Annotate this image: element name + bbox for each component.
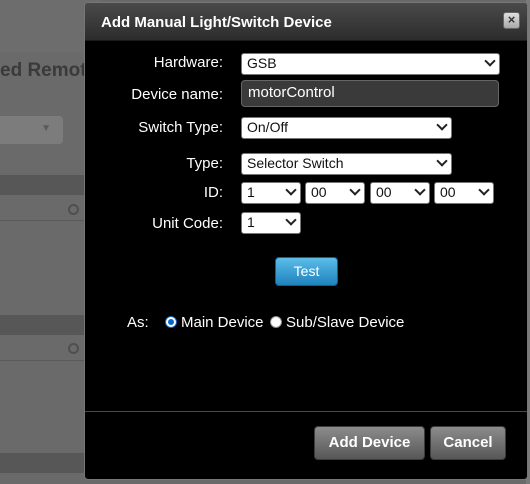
background-title: ed Remot: [0, 60, 87, 81]
chevron-down-icon: ▼: [41, 123, 51, 134]
id-select-1[interactable]: 1: [241, 182, 301, 204]
id-label: ID:: [203, 184, 223, 201]
sub-slave-device-option[interactable]: Sub/Slave Device: [270, 314, 404, 331]
close-icon[interactable]: ×: [503, 12, 520, 29]
background-dropdown: ▼: [0, 116, 63, 144]
device-name-input[interactable]: motorControl: [241, 80, 499, 107]
hardware-value: GSB: [247, 55, 277, 71]
chevron-down-icon: [478, 184, 490, 196]
chevron-down-icon: [349, 184, 361, 196]
chevron-down-icon: [436, 119, 448, 131]
hardware-label: Hardware:: [153, 54, 223, 71]
unit-code-label: Unit Code:: [152, 215, 223, 232]
main-device-option[interactable]: Main Device: [165, 314, 264, 331]
id-select-4[interactable]: 00: [434, 182, 494, 204]
type-value: Selector Switch: [247, 155, 344, 171]
sub-slave-device-label: Sub/Slave Device: [286, 314, 405, 331]
id-select-3[interactable]: 00: [370, 182, 430, 204]
hardware-select[interactable]: GSB: [241, 53, 500, 75]
type-label: Type:: [186, 155, 223, 172]
id-value-4: 00: [440, 184, 456, 200]
id-select-2[interactable]: 00: [305, 182, 365, 204]
main-device-label: Main Device: [181, 314, 264, 331]
unit-code-select[interactable]: 1: [241, 212, 301, 234]
background-radio-icon: [68, 343, 79, 354]
id-value-3: 00: [376, 184, 392, 200]
id-value-1: 1: [247, 184, 255, 200]
footer-divider: [85, 411, 527, 412]
chevron-down-icon: [414, 184, 426, 196]
as-label: As:: [127, 314, 149, 331]
chevron-down-icon: [484, 55, 496, 67]
chevron-down-icon: [285, 184, 297, 196]
dialog-titlebar: Add Manual Light/Switch Device ×: [85, 3, 527, 41]
chevron-down-icon: [285, 214, 297, 226]
background-radio-icon: [68, 204, 79, 215]
switch-type-value: On/Off: [247, 119, 288, 135]
switch-type-label: Switch Type:: [138, 119, 223, 136]
add-device-dialog: Add Manual Light/Switch Device × Hardwar…: [84, 2, 528, 480]
test-button[interactable]: Test: [275, 257, 338, 286]
id-value-2: 00: [311, 184, 327, 200]
dialog-title: Add Manual Light/Switch Device: [101, 14, 332, 31]
device-name-label: Device name:: [131, 86, 223, 103]
chevron-down-icon: [436, 155, 448, 167]
radio-selected-icon[interactable]: [165, 316, 177, 328]
switch-type-select[interactable]: On/Off: [241, 117, 452, 139]
add-device-button[interactable]: Add Device: [314, 426, 425, 460]
type-select[interactable]: Selector Switch: [241, 153, 452, 175]
unit-code-value: 1: [247, 214, 255, 230]
radio-unselected-icon[interactable]: [270, 316, 282, 328]
cancel-button[interactable]: Cancel: [430, 426, 506, 460]
